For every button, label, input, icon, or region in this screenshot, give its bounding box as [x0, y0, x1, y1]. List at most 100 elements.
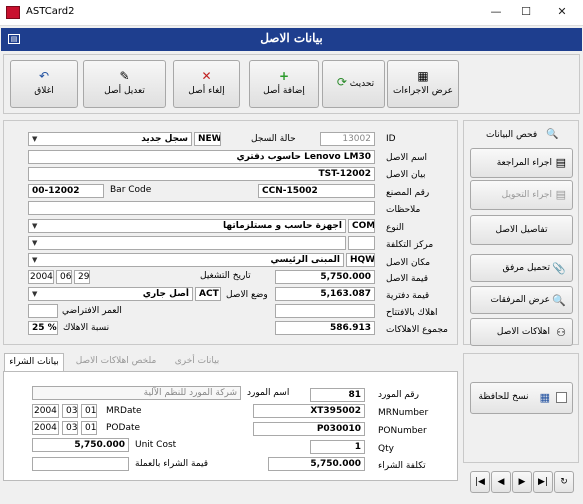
plus-icon: +	[278, 69, 290, 83]
maximize-button[interactable]: ☐	[511, 2, 541, 22]
opening-dep-field[interactable]	[275, 304, 375, 318]
add-asset-button[interactable]: + إضافة أصل	[249, 60, 319, 108]
barcode-label: Bar Code	[110, 185, 152, 195]
op-date-year[interactable]: 2004	[28, 270, 54, 284]
view-attachments-button[interactable]: عرض المرفقات 🔍	[470, 286, 573, 314]
app-icon	[6, 6, 20, 19]
id-label: ID	[386, 134, 396, 144]
transfer-button[interactable]: اجراء التحويل ▤	[470, 180, 573, 210]
book-value-label: قيمة دفترية	[386, 291, 430, 301]
location-label: مكان الاصل	[386, 258, 431, 268]
edit-asset-button[interactable]: ✎ تعديل أصل	[83, 60, 166, 108]
mr-date-day[interactable]: 01	[81, 404, 97, 418]
purchase-value-currency-label: قيمة الشراء بالعملة	[135, 459, 209, 469]
cost-center-code[interactable]	[348, 236, 375, 250]
book-value-field[interactable]: 5,163.087	[275, 287, 375, 301]
po-date-day[interactable]: 01	[81, 421, 97, 435]
last-record-button[interactable]: ▶|	[533, 471, 553, 493]
location-select[interactable]: المبنى الرئيسي	[28, 253, 344, 267]
op-date-month[interactable]: 06	[56, 270, 72, 284]
hierarchy-icon: ⚇	[556, 326, 566, 339]
prev-record-button[interactable]: ◀	[491, 471, 511, 493]
chevron-down-icon[interactable]: ▼	[32, 290, 37, 298]
type-select[interactable]: اجهزة حاسب و مستلزماتها	[28, 219, 346, 233]
form-title: بيانات الاصل	[260, 31, 323, 45]
cost-center-select[interactable]	[28, 236, 346, 250]
first-record-button[interactable]: |◀	[470, 471, 490, 493]
barcode-field[interactable]: 00-12002	[28, 184, 104, 198]
upload-attachment-button[interactable]: تحميل مرفق 📎	[470, 254, 573, 282]
op-date-day[interactable]: 29	[74, 270, 90, 284]
factory-no-label: رقم المصنع	[386, 188, 430, 198]
mr-date-year[interactable]: 2004	[32, 404, 59, 418]
asset-name-label: اسم الاصل	[386, 153, 427, 163]
copy-checkbox[interactable]	[556, 392, 567, 403]
total-dep-label: مجموع الاهلاكات	[386, 325, 448, 335]
unit-cost-label: Unit Cost	[135, 440, 177, 450]
asset-details-button[interactable]: تفاصيل الاصل	[470, 215, 573, 245]
window-title: ASTCard2	[26, 6, 75, 17]
factory-no-field[interactable]: CCN-15002	[258, 184, 375, 198]
dep-rate-field[interactable]: 25 %	[28, 321, 58, 335]
type-label: النوع	[386, 223, 404, 233]
clipboard-icon: ▦	[539, 391, 550, 404]
po-number-field[interactable]: P030010	[253, 422, 365, 436]
update-button[interactable]: ⟳ تحديث	[322, 60, 385, 108]
total-dep-field[interactable]: 586.913	[275, 321, 375, 335]
tab-dep-summary[interactable]: ملخص اهلاكات الاصل	[69, 353, 163, 372]
asset-status-code[interactable]: ACT	[195, 287, 221, 301]
tab-other-data[interactable]: بيانات أخرى	[164, 353, 230, 372]
po-date-month[interactable]: 03	[62, 421, 78, 435]
refresh-icon: ⟳	[336, 75, 347, 89]
notes-label: ملاحظات	[386, 205, 421, 215]
asset-value-label: قيمة الاصل	[386, 274, 428, 284]
supplier-name-field[interactable]: شركة المورد للنظم الآلية	[32, 386, 241, 400]
opening-dep-label: اهلاك بالافتتاح	[386, 308, 438, 318]
purchase-value-currency-field[interactable]	[32, 457, 129, 471]
default-age-label: العمر الافتراضي	[62, 306, 122, 316]
asset-desc-label: بيان الاصل	[386, 170, 426, 180]
supplier-no-field[interactable]: 81	[310, 388, 365, 402]
location-code[interactable]: HQW	[346, 253, 375, 267]
purchase-cost-field[interactable]: 5,750.000	[268, 457, 365, 471]
close-button[interactable]: ↶ اغلاق	[10, 60, 78, 108]
asset-depreciation-button[interactable]: اهلاكات الاصل ⚇	[470, 318, 573, 346]
copy-clipboard-button[interactable]: نسخ للحافظة ▦	[470, 382, 573, 414]
refresh-record-button[interactable]: ↻	[554, 471, 574, 493]
chevron-down-icon[interactable]: ▼	[32, 135, 37, 143]
chevron-down-icon[interactable]: ▼	[32, 256, 37, 264]
type-code[interactable]: COM	[348, 219, 375, 233]
check-data-label: فحص البيانات	[486, 130, 538, 140]
minimize-button[interactable]: —	[481, 2, 511, 22]
asset-name-field[interactable]: حاسوب دفتري Lenovo LM30	[28, 150, 375, 164]
review-button[interactable]: اجراء المراجعة ▤	[470, 148, 573, 178]
mr-date-label: MRDate	[106, 406, 142, 416]
pencil-icon: ✎	[119, 69, 130, 83]
notes-field[interactable]	[28, 201, 375, 215]
chevron-down-icon[interactable]: ▼	[32, 239, 37, 247]
record-status-code[interactable]: NEW	[194, 132, 221, 146]
next-record-button[interactable]: ▶	[512, 471, 532, 493]
close-window-button[interactable]: ✕	[547, 2, 577, 22]
check-icon: 🔍	[546, 129, 559, 140]
qty-label: Qty	[378, 444, 394, 454]
tab-purchase-data[interactable]: بيانات الشراء	[4, 353, 64, 372]
report-icon: ▤	[555, 156, 566, 169]
cancel-asset-button[interactable]: ✕ إلغاء أصل	[173, 60, 240, 108]
form-header: ▤ بيانات الاصل	[1, 28, 582, 51]
mr-date-month[interactable]: 03	[62, 404, 78, 418]
chevron-down-icon[interactable]: ▼	[32, 222, 37, 230]
default-age-field[interactable]	[28, 304, 58, 318]
qty-field[interactable]: 1	[310, 440, 365, 454]
record-status-select[interactable]: سجل جديد	[28, 132, 192, 146]
asset-status-select[interactable]: أصل جاري	[28, 287, 193, 301]
paperclip-icon: 📎	[552, 262, 566, 275]
magnifier-icon: 🔍	[552, 294, 566, 307]
unit-cost-field[interactable]: 5,750.000	[32, 438, 129, 452]
mr-number-field[interactable]: XT395002	[253, 404, 365, 418]
show-procedures-button[interactable]: ▦ عرض الاجراءات	[387, 60, 459, 108]
asset-value-field[interactable]: 5,750.000	[275, 270, 375, 284]
id-field[interactable]: 13002	[320, 132, 375, 146]
po-date-year[interactable]: 2004	[32, 421, 59, 435]
asset-desc-field[interactable]: TST-12002	[28, 167, 375, 181]
